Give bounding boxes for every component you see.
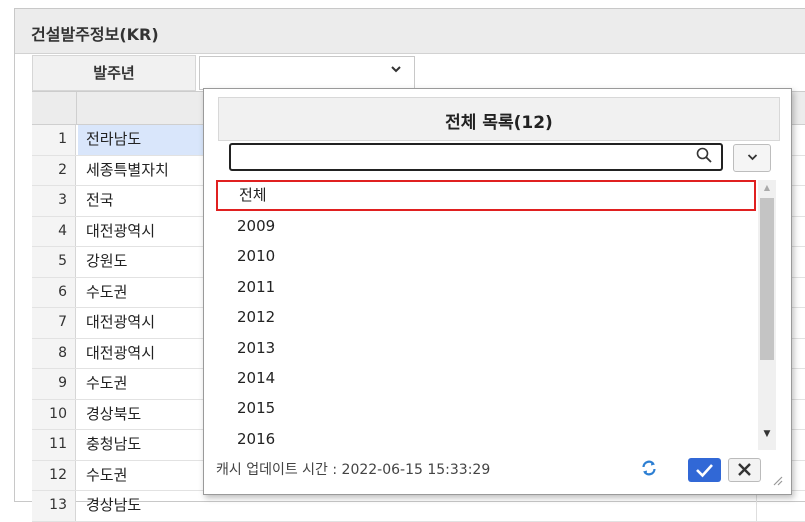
row-number: 3 [32,186,76,216]
row-number: 2 [32,155,76,185]
cancel-button[interactable] [728,458,761,482]
row-number: 11 [32,430,76,460]
list-item[interactable]: 2013 [216,333,756,364]
row-number: 5 [32,247,76,277]
popup-search-input[interactable] [237,145,681,169]
year-option-list: 전체 2009 2010 2011 2012 2013 2014 2015 2016 [216,180,776,451]
row-number-header [32,92,77,124]
list-item[interactable]: 2016 [216,424,756,451]
order-year-label: 발주년 [32,55,196,91]
list-item[interactable]: 2011 [216,272,756,303]
popup-footer: 캐시 업데이트 시간 : 2022-06-15 15:33:29 [216,455,786,487]
scroll-up-arrow-icon[interactable]: ▲ [758,182,776,194]
chevron-down-icon [390,63,402,78]
row-number: 6 [32,277,76,307]
panel-title: 건설발주정보(KR) [31,25,159,44]
scroll-down-arrow-icon[interactable]: ▼ [758,428,776,440]
resize-grip-icon[interactable] [771,471,783,486]
refresh-icon[interactable] [640,459,658,477]
list-item[interactable]: 2010 [216,241,756,272]
list-scrollbar[interactable]: ▲ ▼ [758,180,776,450]
year-list-popup: 전체 목록(12) 전체 2009 2010 2011 2012 2013 2014 2015… [203,88,792,495]
column-divider [756,491,757,521]
region-cell[interactable]: 경상남도 [78,491,236,521]
list-item[interactable]: 2015 [216,393,756,424]
row-number: 9 [32,369,76,399]
close-icon [738,463,751,476]
scroll-thumb[interactable] [760,198,774,360]
row-number: 10 [32,399,76,429]
filter-row: 발주년 [15,55,805,91]
popup-title: 전체 목록(12) [445,113,553,133]
check-icon [696,464,713,478]
row-number: 4 [32,216,76,246]
row-number: 7 [32,308,76,338]
popup-dropdown-button[interactable] [733,144,771,172]
row-number: 8 [32,338,76,368]
confirm-button[interactable] [688,458,721,482]
list-item[interactable]: 2012 [216,302,756,333]
cache-update-time: 캐시 업데이트 시간 : 2022-06-15 15:33:29 [216,462,491,478]
list-item[interactable]: 2014 [216,363,756,394]
panel-header: 건설발주정보(KR) [15,9,805,54]
popup-search-box [229,143,723,171]
row-number: 13 [32,491,76,521]
search-icon[interactable] [695,146,713,164]
row-number: 12 [32,460,76,490]
order-year-select[interactable] [199,56,415,90]
row-number: 1 [32,125,76,155]
table-row[interactable]: 13 경상남도 [32,491,805,522]
list-item[interactable]: 2009 [216,211,756,242]
popup-header: 전체 목록(12) [218,97,780,141]
chevron-down-icon [747,150,758,164]
list-item-all[interactable]: 전체 [216,180,756,211]
